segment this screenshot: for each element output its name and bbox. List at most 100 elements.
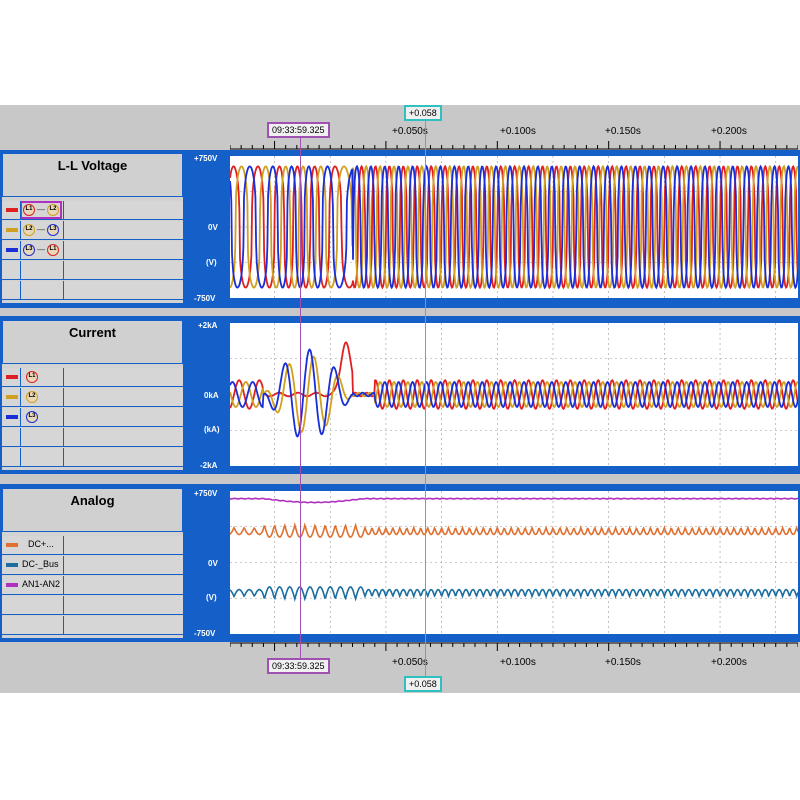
series-swatch xyxy=(6,375,18,379)
legend-divider xyxy=(63,448,64,467)
series-swatch xyxy=(6,208,18,212)
legend-row-empty xyxy=(2,616,183,635)
series-swatch xyxy=(6,228,18,232)
legend-divider xyxy=(63,428,64,447)
bottom-tick-label: +0.150s xyxy=(605,657,641,668)
legend-divider xyxy=(63,281,64,300)
y-axis-unit-label: (V) xyxy=(206,593,217,602)
bottom-tick-label: +0.050s xyxy=(392,657,428,668)
legend-divider xyxy=(63,201,64,220)
legend-row-dc-minus[interactable]: DC-_Bus xyxy=(2,556,183,575)
legend-row-l3-l1[interactable]: L3 — L1 xyxy=(2,241,183,260)
phase-dash: — xyxy=(37,245,45,254)
y-axis-min-label: -750V xyxy=(194,629,216,638)
y-axis-zero-label: 0V xyxy=(208,559,218,568)
legend-divider xyxy=(20,261,21,280)
legend-divider xyxy=(63,408,64,427)
phase-badge-l2: L2 xyxy=(23,224,35,236)
series-label: DC+... xyxy=(28,539,54,549)
delta-cursor-label-top[interactable]: +0.058 xyxy=(404,105,442,121)
legend-divider xyxy=(20,368,21,387)
phase-badge-l3: L3 xyxy=(23,244,35,256)
y-axis-zero-label: 0kA xyxy=(204,391,219,400)
y-axis-min-label: -2kA xyxy=(200,461,218,470)
phase-badge-l3: L3 xyxy=(47,224,59,236)
legend-row-l3[interactable]: L3 xyxy=(2,408,183,427)
series-swatch xyxy=(6,248,18,252)
legend-row-an1-an2[interactable]: AN1-AN2 xyxy=(2,576,183,595)
legend-divider xyxy=(63,616,64,635)
legend-row-l1-l2[interactable]: L1 — L2 xyxy=(2,201,183,220)
legend-divider xyxy=(20,428,21,447)
legend-row-empty xyxy=(2,596,183,615)
current-legend: Current L1 L2 L3 xyxy=(2,320,183,470)
legend-divider xyxy=(20,221,21,240)
bottom-tick-label: +0.200s xyxy=(711,657,747,668)
current-plot-svg xyxy=(230,323,798,466)
legend-row-l2-l3[interactable]: L2 — L3 xyxy=(2,221,183,240)
time-cursor-line[interactable] xyxy=(300,136,301,660)
voltage-panel-title: L-L Voltage xyxy=(2,153,183,197)
phase-badge-l1: L1 xyxy=(26,371,38,383)
phase-badge-l3: L3 xyxy=(26,411,38,423)
legend-row-empty xyxy=(2,261,183,280)
bottom-tick-label: +0.100s xyxy=(500,657,536,668)
series-label: AN1-AN2 xyxy=(22,579,61,589)
series-swatch xyxy=(6,583,18,587)
legend-divider xyxy=(63,221,64,240)
legend-row-l1[interactable]: L1 xyxy=(2,368,183,387)
legend-row-l2[interactable]: L2 xyxy=(2,388,183,407)
analog-series-line xyxy=(230,497,798,504)
legend-divider xyxy=(63,556,64,575)
time-cursor-label-bottom[interactable]: 09:33:59.325 xyxy=(267,658,330,674)
series-swatch xyxy=(6,543,18,547)
top-tick-label: +0.200s xyxy=(711,126,747,137)
legend-divider xyxy=(63,576,64,595)
analog-plot-svg xyxy=(230,491,798,634)
delta-cursor-label-bottom[interactable]: +0.058 xyxy=(404,676,442,692)
legend-row-dc-plus[interactable]: DC+... xyxy=(2,536,183,555)
top-tick-label: +0.100s xyxy=(500,126,536,137)
y-axis-max-label: +750V xyxy=(194,154,218,163)
legend-divider xyxy=(63,241,64,260)
legend-divider xyxy=(63,388,64,407)
selected-series-outline xyxy=(20,201,62,219)
y-axis-max-label: +2kA xyxy=(198,321,218,330)
legend-divider xyxy=(63,261,64,280)
top-tick-label: +0.050s xyxy=(392,126,428,137)
current-plot-area[interactable] xyxy=(230,323,798,466)
analog-series-line xyxy=(230,586,798,603)
series-swatch xyxy=(6,415,18,419)
analog-legend: Analog DC+... DC-_Bus AN1-AN2 xyxy=(2,488,183,638)
y-axis-min-label: -750V xyxy=(194,294,216,303)
y-axis-max-label: +750V xyxy=(194,489,218,498)
y-axis-unit-label: (V) xyxy=(206,258,217,267)
legend-divider xyxy=(63,536,64,555)
legend-divider xyxy=(20,408,21,427)
time-cursor-label-top[interactable]: 09:33:59.325 xyxy=(267,122,330,138)
series-label: DC-_Bus xyxy=(22,559,59,569)
y-axis-zero-label: 0V xyxy=(208,223,218,232)
current-panel-title: Current xyxy=(2,320,183,364)
y-axis-unit-label: (kA) xyxy=(204,425,220,434)
analog-series-line xyxy=(230,521,798,538)
legend-divider xyxy=(20,241,21,260)
delta-cursor-line[interactable] xyxy=(425,118,426,678)
legend-divider xyxy=(63,596,64,615)
phase-badge-l2: L2 xyxy=(26,391,38,403)
series-swatch xyxy=(6,395,18,399)
series-swatch xyxy=(6,563,18,567)
legend-divider xyxy=(20,388,21,407)
voltage-legend: L-L Voltage L1 — L2 L2 — L3 L3 — L1 xyxy=(2,153,183,303)
legend-divider xyxy=(20,201,21,220)
legend-row-empty xyxy=(2,448,183,467)
analog-panel-title: Analog xyxy=(2,488,183,532)
phase-dash: — xyxy=(37,225,45,234)
analog-plot-area[interactable] xyxy=(230,491,798,634)
legend-divider xyxy=(20,281,21,300)
phase-badge-l1: L1 xyxy=(47,244,59,256)
voltage-plot-area[interactable] xyxy=(230,156,798,298)
voltage-plot-svg xyxy=(230,156,798,298)
legend-divider xyxy=(63,368,64,387)
top-tick-label: +0.150s xyxy=(605,126,641,137)
